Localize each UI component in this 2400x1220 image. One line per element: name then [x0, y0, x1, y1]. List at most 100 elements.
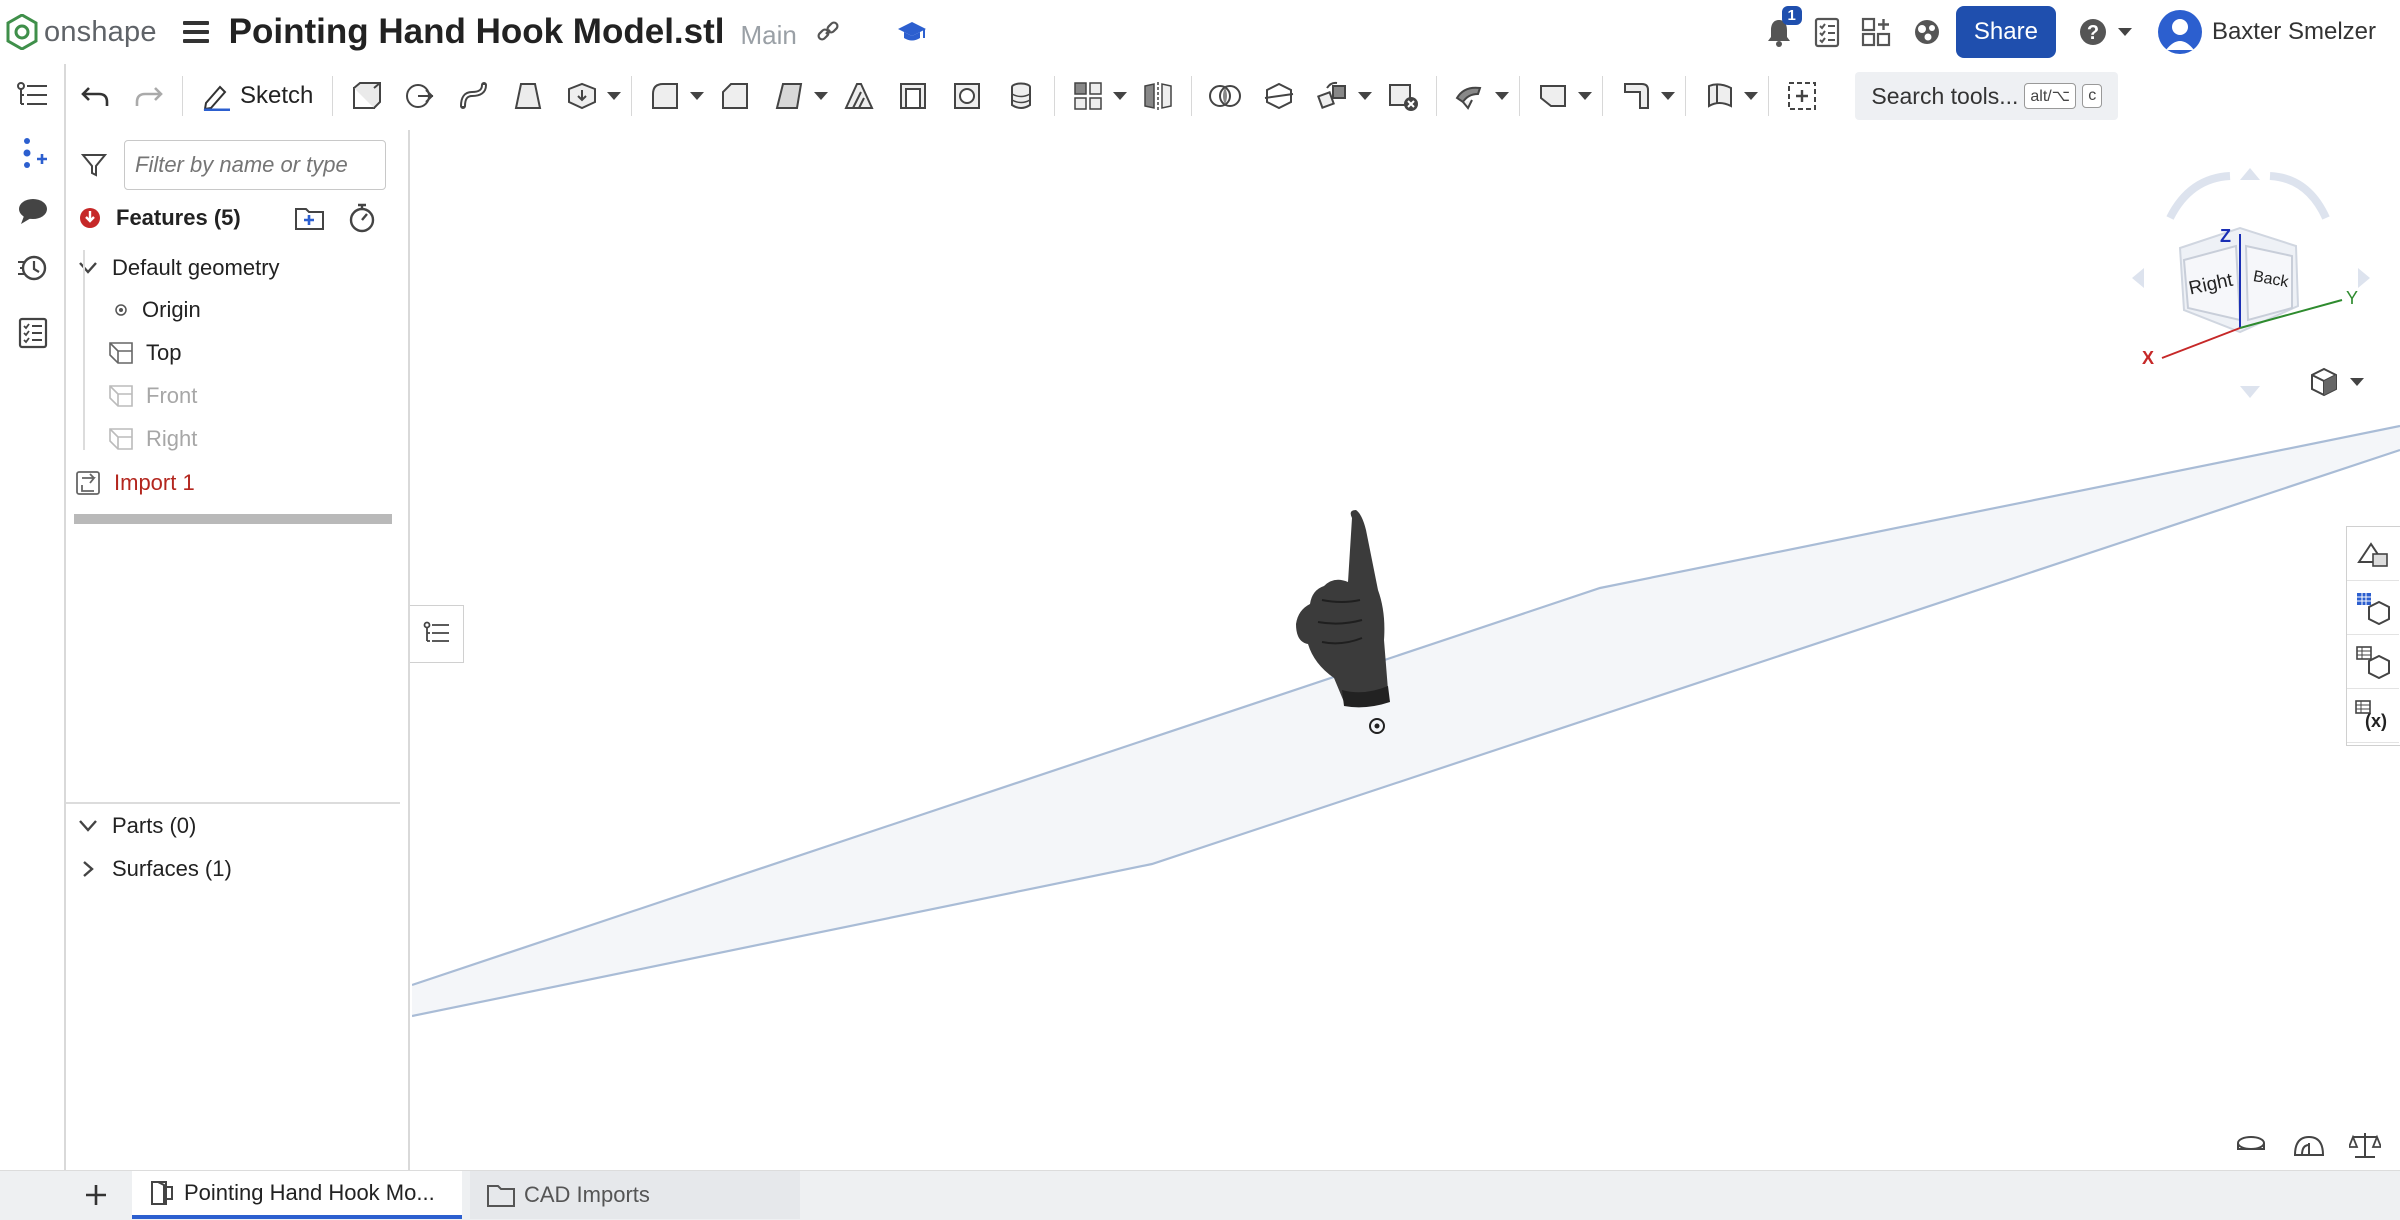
- tree-item-right[interactable]: Right: [108, 426, 197, 452]
- axis-x-label: X: [2142, 348, 2154, 368]
- thicken-icon[interactable]: [560, 74, 604, 118]
- tree-item-label: Right: [146, 426, 198, 451]
- shell-icon[interactable]: [891, 74, 935, 118]
- measure-icon[interactable]: [2232, 1130, 2270, 1160]
- pattern-icon[interactable]: [1066, 74, 1110, 118]
- tab-label: Pointing Hand Hook Mo...: [184, 1180, 435, 1205]
- transform-dropdown-chevron-icon[interactable]: [1358, 92, 1373, 100]
- surfaces-group[interactable]: Surfaces (1): [78, 856, 232, 882]
- link-icon[interactable]: [815, 19, 841, 45]
- rebuild-timer-icon[interactable]: [347, 202, 377, 234]
- appearance-icon[interactable]: [2347, 527, 2399, 581]
- sheet-metal-dropdown-chevron-icon[interactable]: [1661, 92, 1676, 100]
- default-geometry-group[interactable]: Default geometry: [78, 255, 280, 281]
- loft-icon[interactable]: [506, 74, 550, 118]
- search-tools-button[interactable]: Search tools... alt/⌥ c: [1855, 72, 2119, 120]
- plane-icon[interactable]: [1531, 74, 1575, 118]
- pointing-hand-model[interactable]: [1296, 510, 1390, 708]
- fillet-dropdown-chevron-icon[interactable]: [690, 92, 705, 100]
- sweep-icon[interactable]: [452, 74, 496, 118]
- sheet-metal-icon[interactable]: [1614, 74, 1658, 118]
- delete-part-icon[interactable]: [1381, 74, 1425, 118]
- section-view-icon[interactable]: [2290, 1130, 2328, 1160]
- add-folder-icon[interactable]: [293, 203, 327, 233]
- redo-icon[interactable]: [127, 74, 171, 118]
- insert-variable-icon[interactable]: [14, 134, 52, 172]
- comments-icon[interactable]: [14, 192, 52, 230]
- fillet-icon[interactable]: [643, 74, 687, 118]
- origin-icon: [115, 304, 127, 316]
- thicken-dropdown-chevron-icon[interactable]: [607, 92, 622, 100]
- modify-dropdown-chevron-icon[interactable]: [1495, 92, 1510, 100]
- branch-name[interactable]: Main: [740, 20, 796, 51]
- parts-group[interactable]: Parts (0): [78, 813, 196, 839]
- transform-icon[interactable]: [1311, 74, 1355, 118]
- top-bar: onshape Pointing Hand Hook Model.stl Mai…: [0, 0, 2400, 64]
- tasks-icon[interactable]: [1812, 16, 1842, 48]
- imported-surface[interactable]: [412, 130, 2400, 1170]
- configurations-icon[interactable]: [2347, 635, 2399, 689]
- tab-cad-imports[interactable]: CAD Imports: [470, 1171, 800, 1219]
- default-geometry-label: Default geometry: [112, 255, 280, 280]
- surface-icon[interactable]: [1697, 74, 1741, 118]
- undo-icon[interactable]: [73, 74, 117, 118]
- learning-center-icon[interactable]: [897, 19, 927, 45]
- mirror-icon[interactable]: [1136, 74, 1180, 118]
- split-icon[interactable]: [1257, 74, 1301, 118]
- rollback-error-icon: [80, 208, 100, 228]
- tab-label: CAD Imports: [524, 1182, 650, 1207]
- tree-item-front[interactable]: Front: [108, 383, 197, 409]
- tab-part-studio[interactable]: Pointing Hand Hook Mo...: [132, 1171, 462, 1219]
- plane-dropdown-chevron-icon[interactable]: [1578, 92, 1593, 100]
- boolean-icon[interactable]: [1203, 74, 1247, 118]
- arrow-down-icon: [2240, 386, 2260, 398]
- pattern-dropdown-chevron-icon[interactable]: [1113, 92, 1128, 100]
- graphics-area[interactable]: Right Back Z X Y: [412, 130, 2400, 1170]
- sketch-button[interactable]: Sketch: [194, 74, 321, 118]
- add-custom-feature-icon[interactable]: [1780, 74, 1824, 118]
- tree-item-import-1[interactable]: Import 1: [74, 469, 195, 497]
- cylinder-icon[interactable]: [999, 74, 1043, 118]
- tree-item-origin[interactable]: Origin: [114, 297, 201, 323]
- add-tab-icon[interactable]: [66, 1171, 126, 1219]
- plane-icon: [109, 385, 133, 407]
- features-header[interactable]: Features (5): [78, 198, 377, 238]
- filter-input[interactable]: [124, 140, 386, 190]
- mass-properties-icon[interactable]: [2346, 1130, 2384, 1160]
- help-icon[interactable]: ?: [2078, 17, 2108, 47]
- app-store-icon[interactable]: [1860, 16, 1894, 48]
- document-title[interactable]: Pointing Hand Hook Model.stl: [229, 12, 725, 52]
- folder-icon: [487, 1185, 515, 1207]
- feature-list-icon[interactable]: [14, 76, 52, 114]
- extrude-icon[interactable]: [344, 74, 388, 118]
- modify-fillet-icon[interactable]: [1448, 74, 1492, 118]
- view-options-icon[interactable]: [2308, 366, 2368, 398]
- axis-y-label: Y: [2346, 288, 2358, 308]
- checklist-icon[interactable]: [14, 314, 52, 352]
- filter-icon[interactable]: [80, 151, 108, 179]
- revolve-icon[interactable]: [398, 74, 442, 118]
- bill-of-materials-icon[interactable]: [2347, 581, 2399, 635]
- user-menu[interactable]: Baxter Smelzer: [2157, 10, 2376, 54]
- share-button[interactable]: Share: [1955, 6, 2056, 58]
- help-dropdown-chevron-icon[interactable]: [2117, 28, 2132, 36]
- view-options-chevron-icon[interactable]: [2350, 378, 2364, 386]
- app-name: onshape: [44, 15, 157, 48]
- rollback-bar[interactable]: [74, 514, 392, 524]
- surface-dropdown-chevron-icon[interactable]: [1744, 92, 1759, 100]
- draft-dropdown-chevron-icon[interactable]: [814, 92, 829, 100]
- rib-icon[interactable]: [837, 74, 881, 118]
- draft-icon[interactable]: [767, 74, 811, 118]
- hamburger-icon[interactable]: [182, 21, 209, 43]
- hole-icon[interactable]: [945, 74, 989, 118]
- left-rail: [0, 64, 66, 1206]
- variables-icon[interactable]: (x): [2347, 689, 2399, 743]
- onshape-logo[interactable]: onshape: [6, 0, 157, 64]
- plane-icon: [109, 342, 133, 364]
- tree-item-top[interactable]: Top: [108, 340, 181, 366]
- notifications-icon[interactable]: 1: [1764, 6, 1802, 48]
- chamfer-icon[interactable]: [713, 74, 757, 118]
- integrations-icon[interactable]: [1912, 17, 1942, 47]
- history-icon[interactable]: [14, 248, 52, 286]
- chevron-down-icon: [79, 262, 97, 274]
